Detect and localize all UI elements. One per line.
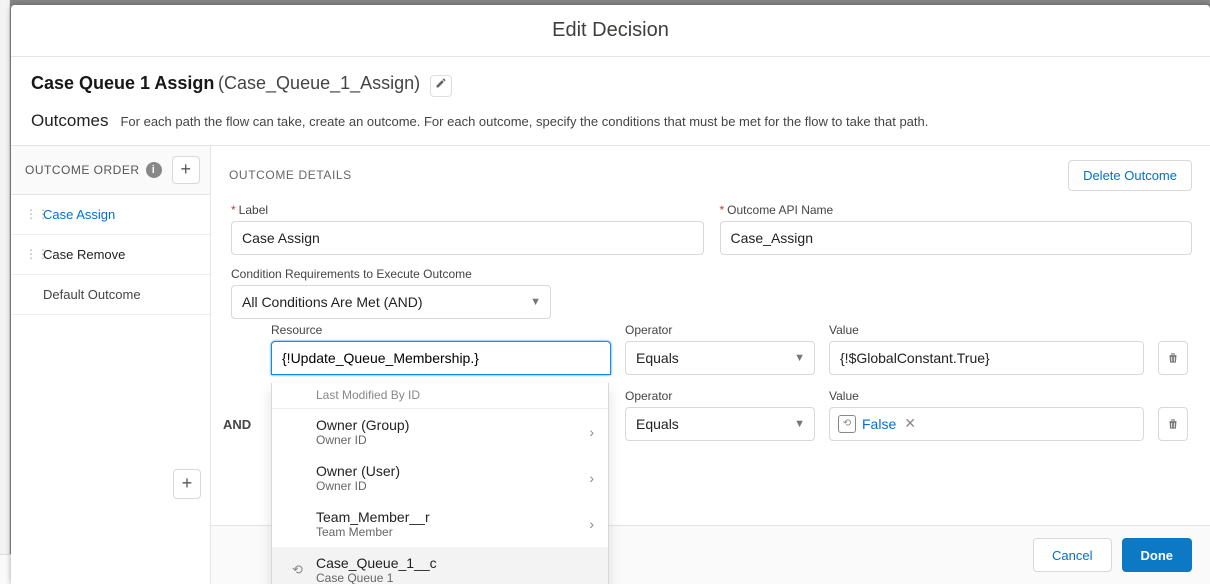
value-col-label: Value [829, 389, 1144, 403]
sidebar-item-label: Default Outcome [43, 287, 141, 302]
outcomes-heading: Outcomes [31, 111, 108, 131]
outcome-detail-panel: OUTCOME DETAILS Delete Outcome Label Out… [211, 146, 1210, 584]
dropdown-item-team-member[interactable]: Team_Member__r Team Member › [272, 501, 608, 547]
resource-input[interactable] [271, 341, 611, 375]
grip-icon: ⋮⋮ [25, 247, 35, 261]
condition-row-1: Resource Operator ▼ Value [271, 323, 1192, 375]
sidebar-item-default-outcome[interactable]: ⋮⋮ Default Outcome [11, 275, 210, 315]
chevron-right-icon: › [589, 516, 594, 532]
chevron-right-icon: › [589, 424, 594, 440]
condition-requirements-select[interactable] [231, 285, 551, 319]
pencil-icon [435, 77, 447, 89]
modal-header: Edit Decision [11, 5, 1210, 57]
remove-pill-icon[interactable]: ✕ [904, 415, 916, 432]
decision-label: Case Queue 1 Assign [31, 73, 214, 93]
add-condition-button[interactable]: + [173, 469, 201, 499]
background-left-strip [0, 0, 10, 584]
resource-col-label: Resource [271, 323, 611, 337]
sidebar-item-label: Case Assign [43, 207, 115, 222]
sidebar-item-case-remove[interactable]: ⋮⋮ Case Remove [11, 235, 210, 275]
label-field-label: Label [231, 203, 704, 217]
delete-condition-button[interactable] [1158, 341, 1188, 375]
trash-icon [1166, 351, 1180, 365]
edit-name-button[interactable] [430, 75, 452, 97]
sidebar-item-case-assign[interactable]: ⋮⋮ Case Assign [11, 195, 210, 235]
delete-outcome-button[interactable]: Delete Outcome [1068, 160, 1192, 191]
outcome-order-header: OUTCOME ORDER i + [11, 146, 210, 195]
grip-icon: ⋮⋮ [25, 207, 35, 221]
dropdown-truncated-item[interactable]: Last Modified By ID [272, 383, 608, 409]
value-col-label: Value [829, 323, 1144, 337]
api-name-input[interactable] [720, 221, 1193, 255]
decision-name-row: Case Queue 1 Assign (Case_Queue_1_Assign… [11, 57, 1210, 105]
label-input[interactable] [231, 221, 704, 255]
outcome-sidebar: OUTCOME ORDER i + ⋮⋮ Case Assign ⋮⋮ Case… [11, 146, 211, 584]
modal-title: Edit Decision [11, 19, 1210, 42]
value-pill[interactable]: ⟲ False ✕ [829, 407, 1144, 441]
and-connector: AND [223, 417, 251, 432]
operator-col-label: Operator [625, 389, 815, 403]
dropdown-item-owner-user[interactable]: Owner (User) Owner ID › [272, 455, 608, 501]
operator-select[interactable] [625, 341, 815, 375]
value-pill-text: False [862, 416, 896, 432]
link-icon: ⟲ [838, 415, 856, 433]
dropdown-item-case-queue-1[interactable]: ⟲ Case_Queue_1__c Case Queue 1 [272, 547, 608, 584]
modal-body: OUTCOME ORDER i + ⋮⋮ Case Assign ⋮⋮ Case… [11, 146, 1210, 584]
conditions-area: Resource Operator ▼ Value [211, 323, 1210, 495]
value-input[interactable] [829, 341, 1144, 375]
resource-dropdown: Last Modified By ID Owner (Group) Owner … [271, 383, 609, 584]
operator-col-label: Operator [625, 323, 815, 337]
outcome-order-label: OUTCOME ORDER [25, 163, 140, 177]
decision-api-name: (Case_Queue_1_Assign) [218, 73, 420, 93]
outcomes-description-row: Outcomes For each path the flow can take… [11, 105, 1210, 146]
info-icon[interactable]: i [146, 162, 162, 178]
add-outcome-button[interactable]: + [172, 156, 200, 184]
outcomes-description: For each path the flow can take, create … [120, 114, 928, 129]
dropdown-item-owner-group[interactable]: Owner (Group) Owner ID › [272, 409, 608, 455]
plus-icon: + [182, 473, 193, 494]
condition-requirements-label: Condition Requirements to Execute Outcom… [211, 263, 1210, 285]
link-icon: ⟲ [292, 562, 303, 578]
done-button[interactable]: Done [1122, 538, 1193, 572]
delete-condition-button[interactable] [1158, 407, 1188, 441]
api-field-label: Outcome API Name [720, 203, 1193, 217]
trash-icon [1166, 417, 1180, 431]
chevron-right-icon: › [589, 470, 594, 486]
outcome-details-heading: OUTCOME DETAILS [229, 168, 352, 182]
decision-modal: Edit Decision Case Queue 1 Assign (Case_… [11, 5, 1210, 584]
cancel-button[interactable]: Cancel [1033, 538, 1111, 572]
sidebar-item-label: Case Remove [43, 247, 125, 262]
operator-select[interactable] [625, 407, 815, 441]
